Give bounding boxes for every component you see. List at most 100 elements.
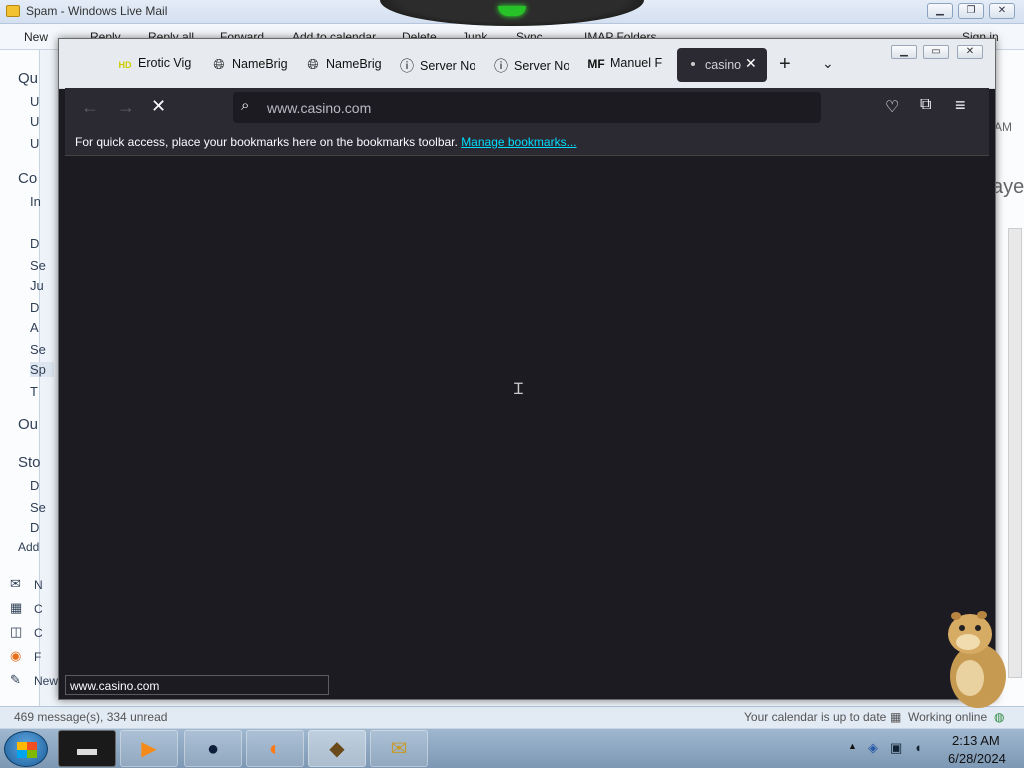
nav-feeds[interactable]: F <box>34 650 41 664</box>
bookmarks-hint-text: For quick access, place your bookmarks h… <box>75 135 462 149</box>
hamburger-menu-icon[interactable]: ≡ <box>955 95 966 116</box>
windows-logo-icon <box>17 742 37 758</box>
wlm-window-title: Spam - Windows Live Mail <box>26 4 168 18</box>
info-icon: ⓘ <box>400 58 414 74</box>
folder-item[interactable]: Se <box>30 258 46 273</box>
tab-manuel[interactable]: MF Manuel F <box>587 56 663 76</box>
taskbar-app-media[interactable]: ▶ <box>120 730 178 767</box>
taskbar-app-globe[interactable]: ● <box>184 730 242 767</box>
folder-item[interactable]: D <box>30 520 39 535</box>
folder-item[interactable]: Ju <box>30 278 44 293</box>
stop-loading-icon[interactable]: ✕ <box>151 96 166 117</box>
wlm-restore-button[interactable]: ❐ <box>958 3 984 19</box>
terminal-icon: ▬ <box>77 738 97 760</box>
hd-icon: HD <box>118 60 132 70</box>
folder-item-spam-selected[interactable]: Sp <box>30 362 54 377</box>
tab-erotic[interactable]: HD Erotic Vig <box>117 56 195 76</box>
text-cursor-icon: Ɪ <box>514 381 523 398</box>
forward-arrow-icon[interactable]: → <box>117 97 135 118</box>
wlm-status-bar: 469 message(s), 334 unread Your calendar… <box>0 706 1024 728</box>
speaker-icon[interactable]: ◖ <box>914 740 922 755</box>
taskbar-app-mail[interactable]: ✉ <box>370 730 428 767</box>
clock-date[interactable]: 6/28/2024 <box>948 751 1006 766</box>
shield-icon[interactable]: ◈ <box>868 740 878 756</box>
monitor-icon[interactable]: ▣ <box>890 740 902 756</box>
navigation-toolbar: ← → ✕ ⌕ www.casino.com ♡ ⧉ ≡ <box>65 88 989 128</box>
nav-contacts[interactable]: C <box>34 626 43 640</box>
back-arrow-icon[interactable]: ← <box>81 97 99 118</box>
ff-minimize-button[interactable]: ▁ <box>891 45 917 59</box>
tab-label: Erotic Vig <box>138 56 192 70</box>
folder-item[interactable]: Se <box>30 342 46 357</box>
firefox-icon: ◐ <box>268 738 282 760</box>
nav-calendar[interactable]: C <box>34 602 43 616</box>
tab-label: casino <box>705 58 741 72</box>
time-fragment: AM <box>994 120 1012 134</box>
nav-newsgroups[interactable]: New <box>34 674 58 688</box>
wlm-folder-pane: Qu U U U Co In D Se Ju D A Se Sp T Ou St… <box>0 50 58 710</box>
tab-label: NameBrig <box>326 57 381 71</box>
folder-item[interactable]: Se <box>30 500 46 515</box>
globe-icon: 🌐︎ <box>307 56 319 72</box>
contacts-icon: ◫ <box>10 624 23 639</box>
folder-item[interactable]: U <box>30 94 39 109</box>
message-count: 469 message(s), 334 unread <box>14 710 168 724</box>
folder-label: Sto <box>18 454 41 471</box>
folder-item[interactable]: D <box>30 478 39 493</box>
tab-server-not-found-2[interactable]: ⓘ Server No <box>493 56 569 76</box>
tab-namebright-1[interactable]: 🌐︎ NameBrig <box>211 56 287 76</box>
tray-expand-icon[interactable]: ▲ <box>848 741 857 751</box>
bookmarks-toolbar: For quick access, place your bookmarks h… <box>65 128 989 156</box>
folder-item[interactable]: In <box>30 194 41 209</box>
hamster-desktop-pet[interactable] <box>940 606 1010 710</box>
tab-namebright-2[interactable]: 🌐︎ NameBrig <box>305 56 381 76</box>
taskbar-app-firefox[interactable]: ◐ <box>246 730 304 767</box>
url-text[interactable]: www.casino.com <box>267 100 371 116</box>
folder-item[interactable]: U <box>30 114 39 129</box>
extensions-icon[interactable]: ⧉ <box>920 96 931 114</box>
system-tray: ▲ ◈ ▣ ◖ 2:13 AM 6/28/2024 <box>842 729 1024 769</box>
folder-item[interactable]: U <box>30 136 39 151</box>
wlm-new-button[interactable]: New <box>24 30 48 44</box>
pocket-icon[interactable]: ♡ <box>885 97 899 117</box>
nav-mail[interactable]: N <box>34 578 43 592</box>
taskbar: ▬ ▶ ● ◐ ◆ ✉ ▲ ◈ ▣ ◖ 2:13 AM 6/28/2024 <box>0 728 1024 768</box>
reading-pane-scrollbar[interactable] <box>1008 228 1022 678</box>
info-icon: ⓘ <box>494 58 508 74</box>
box-app-icon: ◆ <box>329 738 345 760</box>
folder-label: Ou <box>18 416 39 433</box>
folder-item[interactable]: T <box>30 384 38 399</box>
folder-item[interactable]: D <box>30 236 39 251</box>
wlm-minimize-button[interactable]: ▁ <box>927 3 953 19</box>
wlm-close-button[interactable]: ✕ <box>989 3 1015 19</box>
feeds-icon: ◉ <box>10 648 22 663</box>
search-icon: ⌕ <box>241 97 250 114</box>
newsgroups-icon: ✎ <box>10 672 21 687</box>
clock-time[interactable]: 2:13 AM <box>952 733 1000 748</box>
close-tab-icon[interactable]: ✕ <box>745 55 757 72</box>
list-all-tabs-button[interactable]: ⌄ <box>822 55 834 72</box>
tab-bar: HD Erotic Vig 🌐︎ NameBrig 🌐︎ NameBrig ⓘ Serv… <box>59 39 995 89</box>
mail-folder-icon <box>6 5 20 17</box>
tab-label: Server No <box>514 59 569 73</box>
tab-label: Manuel F <box>610 56 663 70</box>
folder-item[interactable]: A <box>30 320 39 335</box>
tab-casino-active[interactable]: casino ✕ <box>677 48 767 82</box>
tab-server-not-found-1[interactable]: ⓘ Server No <box>399 56 475 76</box>
firefox-window: HD Erotic Vig 🌐︎ NameBrig 🌐︎ NameBrig ⓘ Serv… <box>58 38 996 700</box>
page-content[interactable] <box>65 157 989 695</box>
ff-maximize-button[interactable]: ▭ <box>923 45 949 59</box>
manage-bookmarks-link[interactable]: Manage bookmarks... <box>461 135 576 149</box>
mail-icon: ✉ <box>10 576 21 591</box>
new-tab-button[interactable]: + <box>779 53 791 76</box>
taskbar-app-bonzi[interactable]: ◆ <box>308 730 366 767</box>
taskbar-app-terminal[interactable]: ▬ <box>58 730 116 767</box>
mf-icon: MF <box>587 57 605 71</box>
add-account-link[interactable]: Add <box>18 540 39 554</box>
start-button[interactable] <box>4 731 48 767</box>
green-light-icon <box>498 6 526 16</box>
folder-label: Co <box>18 170 38 187</box>
ff-close-button[interactable]: ✕ <box>957 45 983 59</box>
url-bar[interactable]: ⌕ www.casino.com <box>233 92 821 123</box>
folder-item[interactable]: D <box>30 300 39 315</box>
